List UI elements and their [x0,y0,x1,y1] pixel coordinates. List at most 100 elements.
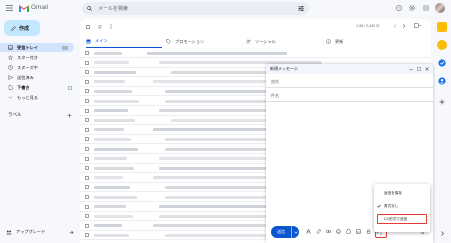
send-options-chevron[interactable] [291,226,299,238]
hide-panel-icon[interactable] [437,228,447,238]
row-checkbox[interactable] [85,70,89,75]
sidebar-item-snoozed[interactable]: スヌーズ中 [0,63,78,72]
attach-icon[interactable] [316,229,321,234]
menu-item-label: 書式なし [384,203,399,208]
row-checkbox[interactable] [85,223,89,228]
expand-icon[interactable] [417,67,421,71]
keep-icon[interactable] [437,40,447,50]
sender-redacted [94,233,129,237]
menu-item-cc-send[interactable]: CC形式で送信 [377,214,427,224]
row-checkbox[interactable] [85,195,89,199]
avatar[interactable] [435,3,445,13]
sender-redacted [94,157,127,161]
plus-icon[interactable] [66,112,72,118]
sender-redacted [94,51,122,55]
menu-item-save-reply[interactable]: 返信を保存 [374,188,430,198]
density-icon[interactable] [414,23,421,28]
close-icon[interactable] [425,67,429,71]
row-checkbox[interactable] [85,175,89,180]
hamburger-icon[interactable] [5,3,14,12]
sidebar-item-sent[interactable]: 送信済み [0,73,78,82]
tab-primary[interactable]: メイン [86,35,162,48]
compose-header[interactable]: 新規メッセージ [266,64,433,74]
sender-redacted [94,109,128,113]
sidebar-item-starred[interactable]: スター付き [0,53,78,62]
emoji-icon[interactable] [336,229,341,234]
sender-redacted [94,176,123,180]
row-checkbox[interactable] [85,99,89,103]
row-checkbox[interactable] [85,214,89,219]
search-input[interactable]: メールを検索 [98,5,298,12]
more-vert-icon[interactable] [110,24,112,29]
row-checkbox[interactable] [85,156,89,161]
lock-icon[interactable] [366,229,371,234]
sidebar-item-drafts[interactable]: 下書き [0,83,78,92]
drive-icon[interactable] [346,229,351,234]
email-row[interactable] [80,49,431,58]
row-checkbox[interactable] [85,204,89,209]
send-button[interactable]: 送信 [271,226,299,238]
calendar-icon[interactable] [437,22,447,32]
chevron-right-icon[interactable] [402,24,406,28]
gear-icon[interactable] [408,4,415,11]
sender-redacted [94,99,139,103]
row-checkbox[interactable] [85,79,89,84]
compose-button[interactable]: 作成 [4,20,40,36]
tasks-icon[interactable] [437,58,447,68]
add-app-icon[interactable] [437,97,447,107]
upgrade-button[interactable]: アップグレード [6,229,74,235]
row-checkbox[interactable] [85,51,89,55]
help-icon[interactable]: ? [395,4,402,11]
row-checkbox[interactable] [85,108,89,113]
filter-icon[interactable] [298,6,304,11]
to-field[interactable]: 宛先 [266,76,433,88]
inbox-icon [8,45,13,50]
tab-updates[interactable]: 更新 [326,35,402,48]
row-checkbox[interactable] [85,147,89,151]
sender-redacted [94,118,135,122]
upgrade-label: アップグレード [16,229,46,234]
image-icon[interactable] [356,229,361,234]
minimize-icon[interactable] [409,67,413,71]
tab-social[interactable]: ソーシャル [246,35,322,48]
sidebar-item-label: 受信トレイ [17,44,38,50]
formatting-icon[interactable] [306,229,311,234]
sender-redacted [94,185,130,189]
sidebar-item-label: もっと見る [17,94,38,100]
subject-redacted [147,51,287,55]
apps-icon[interactable] [422,4,429,11]
row-checkbox[interactable] [85,89,89,94]
clock-icon [8,65,13,70]
chevron-left-icon[interactable] [393,24,397,28]
row-checkbox[interactable] [85,127,89,132]
row-checkbox[interactable] [85,185,89,190]
sender-redacted [94,89,132,93]
upgrade-icon [6,230,12,235]
send-label: 送信 [277,229,285,234]
gmail-logo[interactable] [19,3,29,12]
subject-field[interactable]: 件名 [266,90,433,102]
search-icon[interactable] [87,6,92,11]
row-checkbox[interactable] [85,166,89,171]
link-icon[interactable] [326,229,331,234]
row-checkbox[interactable] [85,137,89,142]
row-checkbox[interactable] [85,60,89,65]
count-redacted [62,45,68,50]
menu-item-plain-text[interactable]: 書式なし [374,201,430,211]
compose-title: 新規メッセージ [270,66,298,71]
sidebar-item-inbox[interactable]: 受信トレイ [0,43,74,52]
sender-redacted [94,70,136,74]
tab-promotions[interactable]: プロモーション [166,35,242,48]
select-all-checkbox[interactable] [86,24,90,29]
sender-redacted [94,137,131,141]
row-checkbox[interactable] [85,118,89,123]
search-bar[interactable]: メールを検索 [82,2,309,15]
count-redacted [68,85,72,90]
row-checkbox[interactable] [85,233,89,238]
tab-label: ソーシャル [255,38,276,44]
top-bar: Gmail メールを検索 ? [0,0,451,16]
refresh-icon[interactable] [98,24,102,29]
pagination: 1-50 / 2,430 行 [356,24,380,28]
contacts-icon[interactable] [437,76,447,86]
sidebar-item-more[interactable]: もっと見る [0,93,78,102]
